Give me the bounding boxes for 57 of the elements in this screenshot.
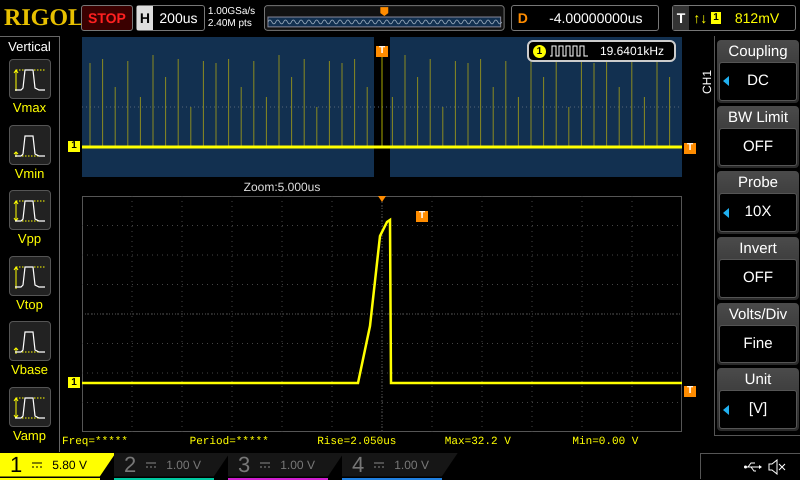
channel-tab[interactable]: 3 1.00 V — [228, 452, 344, 476]
mute-icon — [768, 458, 786, 474]
frequency-value: 19.6401kHz — [600, 43, 664, 60]
channel-tab[interactable]: 2 1.00 V — [114, 452, 230, 476]
trigger-slope: ↑↓ — [693, 8, 708, 28]
measure-label: Vpp — [18, 230, 42, 248]
usb-icon — [744, 462, 762, 472]
channel-marker: 1 — [68, 377, 80, 388]
trigger-position-marker: T — [376, 46, 388, 56]
channel-tab[interactable]: 4 1.00 V — [342, 452, 458, 476]
channel-side-label: CH1 — [700, 70, 714, 94]
zoom-label: Zoom:5.000us — [244, 179, 320, 196]
trigger-marker: T — [416, 210, 428, 222]
measure-label: Vtop — [16, 296, 43, 314]
trigger-label: T — [672, 6, 690, 30]
channel-tab[interactable]: 1 5.80 V — [0, 452, 116, 476]
menu-option[interactable]: Unit [V] — [717, 368, 799, 432]
measurement-reading: Freq=***** — [62, 434, 130, 450]
menu-title: Vertical — [8, 39, 51, 55]
trigger-source: 1 — [711, 12, 721, 24]
memory-depth: 2.40M pts — [208, 18, 253, 30]
channel-marker: 1 — [68, 140, 80, 152]
measure-label: Vmax — [12, 99, 46, 117]
measure-button[interactable] — [8, 59, 50, 99]
measure-button[interactable] — [8, 256, 50, 296]
square-wave-icon — [550, 45, 590, 57]
measure-label: Vbase — [11, 361, 48, 379]
menu-option[interactable]: BW Limit OFF — [717, 106, 799, 168]
trigger-position-icon — [378, 196, 386, 202]
measure-button[interactable] — [8, 386, 50, 426]
delay-value: -4.00000000us — [548, 8, 644, 28]
measure-button[interactable] — [8, 124, 50, 164]
run-state: STOP — [81, 5, 133, 31]
timebase-label: H — [136, 6, 153, 30]
dc-coupling-icon — [260, 462, 270, 468]
trigger-level-marker: T — [684, 142, 696, 154]
measurement-reading: Min=0.00 V — [572, 434, 640, 450]
measurement-reading: Rise=2.050us — [317, 434, 398, 450]
menu-option[interactable]: Volts/Div Fine — [717, 302, 799, 366]
measurement-reading: Period=***** — [190, 434, 270, 450]
sample-rate: 1.00GSa/s — [208, 6, 256, 18]
measurement-reading: Max=32.2 V — [444, 434, 512, 450]
dc-coupling-icon — [32, 462, 42, 468]
timebase-value: 200us — [158, 8, 199, 28]
measure-label: Vamp — [13, 426, 46, 444]
trigger-level-marker: T — [684, 386, 696, 396]
menu-option[interactable]: Coupling DC — [717, 40, 799, 103]
channel-badge: 1 — [532, 44, 546, 58]
dc-coupling-icon — [146, 462, 156, 468]
delay-label: D — [516, 8, 529, 28]
menu-option[interactable]: Invert OFF — [717, 237, 799, 300]
measure-button[interactable] — [8, 321, 50, 361]
measure-label: Vmin — [14, 164, 44, 182]
measure-button[interactable] — [8, 190, 50, 230]
dc-coupling-icon — [374, 462, 384, 468]
trigger-level: 812mV — [734, 8, 780, 28]
menu-option[interactable]: Probe 10X — [717, 171, 799, 234]
